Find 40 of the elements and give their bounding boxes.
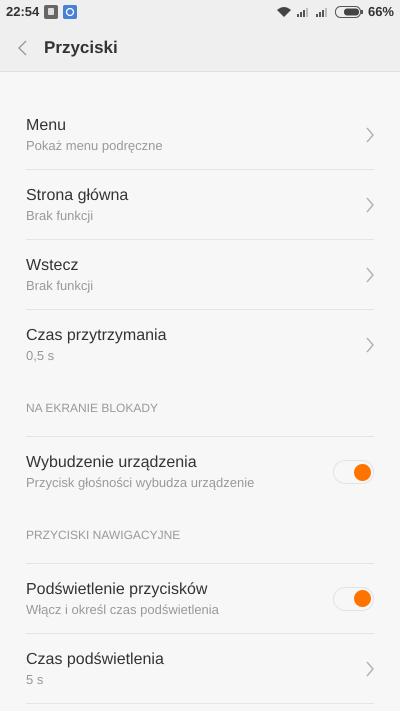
item-title: Strona główna (26, 186, 130, 206)
section-header: NA EKRANIE BLOKADY (26, 400, 158, 417)
item-title: Menu (26, 116, 68, 136)
chevron-right-icon (366, 337, 374, 353)
battery-icon (334, 6, 363, 18)
chevron-right-icon (366, 196, 374, 212)
item-subtitle: 5 s (26, 670, 44, 688)
chevron-right-icon (366, 660, 374, 676)
item-subtitle: 0,5 s (26, 347, 56, 365)
battery-percent: 66% (368, 3, 394, 22)
toggle-switch[interactable] (333, 586, 374, 610)
item-title: Wstecz (26, 256, 80, 276)
signal-icon (296, 7, 311, 17)
item-subtitle: Brak funkcji (26, 276, 94, 294)
settings-item[interactable]: Strona główna Brak funkcji (26, 184, 374, 224)
chevron-right-icon (366, 126, 374, 142)
item-subtitle: Brak funkcji (26, 206, 94, 224)
settings-item[interactable]: Wybudzenie urządzenia Przycisk głośności wybudza urządzenie (26, 452, 374, 492)
chevron-right-icon (366, 266, 374, 282)
settings-item[interactable]: Wstecz Brak funkcji (26, 254, 374, 294)
item-title: Wybudzenie urządzenia (26, 453, 198, 473)
status-time: 22:54 (6, 3, 40, 22)
settings-item[interactable]: Czas przytrzymania 0,5 s (26, 325, 374, 365)
back-icon (18, 40, 27, 56)
signal-icon (316, 7, 330, 17)
settings-item[interactable]: Menu Pokaż menu podręczne (26, 114, 374, 154)
item-subtitle: Włącz i określ czas podświetlenia (26, 600, 220, 618)
wifi-icon (276, 6, 292, 18)
screen-title: Przyciski (44, 36, 118, 59)
item-subtitle: Przycisk głośności wybudza urządzenie (26, 474, 256, 492)
toggle-switch[interactable] (333, 460, 374, 484)
item-subtitle: Pokaż menu podręczne (26, 136, 164, 154)
item-title: Czas podświetlenia (26, 650, 165, 670)
item-title: Czas przytrzymania (26, 326, 168, 346)
section-header: PRZYCISKI NAWIGACYJNE (26, 527, 180, 544)
settings-item[interactable]: Podświetlenie przycisków Włącz i określ czas podświetlenia (26, 578, 374, 618)
sync-notification-icon (63, 5, 78, 19)
item-title: Podświetlenie przycisków (26, 580, 208, 600)
app-notification-icon (44, 5, 58, 19)
settings-item[interactable]: Czas podświetlenia 5 s (26, 648, 374, 688)
